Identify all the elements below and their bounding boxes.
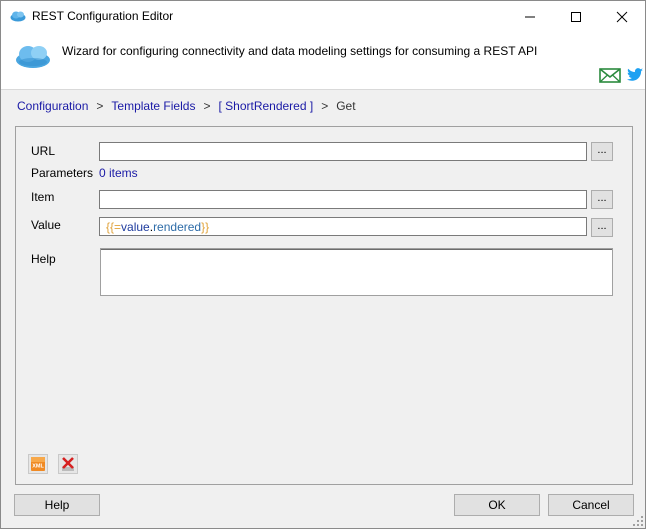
expression-close-brace: }}: [201, 220, 210, 234]
rest-configuration-editor-window: REST Configuration Editor Wizard for con…: [0, 0, 646, 529]
help-button[interactable]: Help: [14, 494, 100, 516]
close-button[interactable]: [599, 1, 645, 32]
close-icon: [616, 11, 628, 23]
help-label: Help: [31, 252, 56, 266]
delete-button[interactable]: [58, 454, 78, 474]
value-label: Value: [31, 218, 61, 232]
twitter-icon[interactable]: [627, 68, 643, 82]
mail-icon[interactable]: [599, 68, 621, 83]
parameters-label: Parameters: [31, 166, 94, 180]
breadcrumb-short-rendered[interactable]: [ ShortRendered ]: [218, 99, 313, 113]
resize-grip-icon[interactable]: [633, 516, 643, 526]
value-expression: {{=value.rendered}}: [106, 220, 209, 234]
xml-button[interactable]: XML: [28, 454, 48, 474]
breadcrumb-separator: >: [203, 99, 211, 113]
delete-icon: [62, 457, 74, 471]
svg-text:XML: XML: [32, 464, 44, 470]
expression-keyword: value: [121, 220, 150, 234]
header-divider: [1, 89, 645, 90]
breadcrumb-separator: >: [321, 99, 329, 113]
minimize-icon: [525, 16, 535, 18]
item-label: Item: [31, 190, 55, 204]
xml-icon: XML: [31, 457, 45, 471]
item-field[interactable]: [99, 190, 587, 209]
maximize-icon: [571, 12, 581, 22]
breadcrumb-configuration[interactable]: Configuration: [17, 99, 88, 113]
breadcrumb: Configuration > Template Fields > [ ShortRen…: [17, 99, 356, 113]
expression-equals: =: [114, 220, 122, 234]
url-label: URL: [31, 144, 56, 158]
wizard-header: Wizard for configuring connectivity and …: [1, 32, 645, 89]
cancel-button[interactable]: Cancel: [548, 494, 634, 516]
url-field[interactable]: [99, 142, 587, 161]
minimize-button[interactable]: [507, 1, 553, 32]
cloud-icon: [16, 46, 50, 68]
value-browse-button[interactable]: ...: [591, 218, 613, 237]
help-textarea[interactable]: [100, 248, 613, 296]
breadcrumb-separator: >: [96, 99, 104, 113]
expression-open-brace: {{: [106, 220, 115, 234]
expression-member: rendered: [153, 220, 202, 234]
ok-button[interactable]: OK: [454, 494, 540, 516]
parameters-link[interactable]: 0 items: [99, 166, 138, 180]
maximize-button[interactable]: [553, 1, 599, 32]
url-browse-button[interactable]: ...: [591, 142, 613, 161]
title-bar[interactable]: REST Configuration Editor: [1, 1, 645, 32]
breadcrumb-current: Get: [336, 99, 356, 113]
item-browse-button[interactable]: ...: [591, 190, 613, 209]
value-field[interactable]: {{=value.rendered}}: [99, 217, 587, 236]
field-editor-panel: URL ... Parameters 0 items Item ... Valu…: [15, 126, 633, 485]
wizard-description: Wizard for configuring connectivity and …: [62, 44, 538, 58]
cloud-icon: [10, 11, 26, 22]
window-title: REST Configuration Editor: [32, 9, 174, 23]
breadcrumb-template-fields[interactable]: Template Fields: [111, 99, 195, 113]
